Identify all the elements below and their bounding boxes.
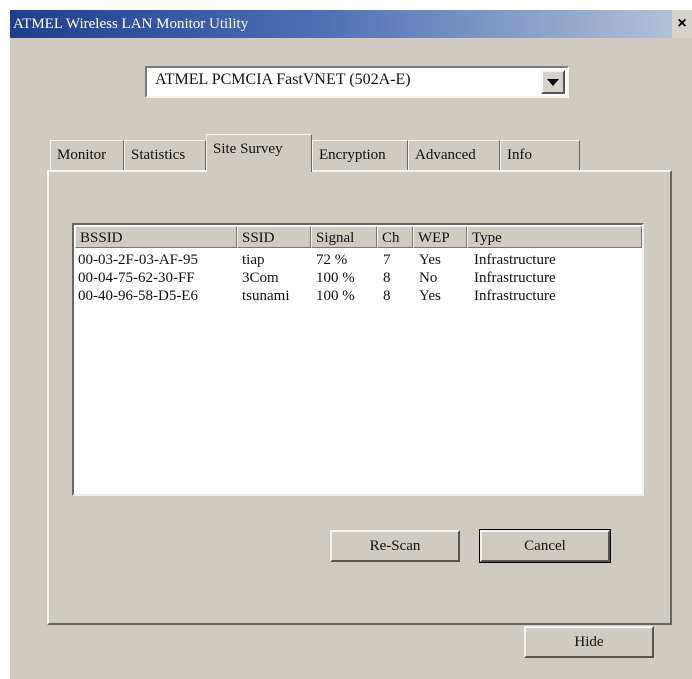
cell-channel: 8 [383, 270, 391, 286]
cell-type: Infrastructure [474, 270, 556, 286]
tab-encryption[interactable]: Encryption [312, 140, 408, 170]
title-bar[interactable]: ATMEL Wireless LAN Monitor Utility × [10, 10, 692, 38]
cell-channel: 8 [383, 288, 391, 304]
tab-site-survey[interactable]: Site Survey [206, 134, 312, 172]
window-title: ATMEL Wireless LAN Monitor Utility [13, 16, 249, 32]
tab-monitor[interactable]: Monitor [50, 140, 124, 170]
cell-signal: 72 % [316, 252, 348, 268]
column-header-channel[interactable]: Ch [377, 226, 413, 248]
rescan-button[interactable]: Re-Scan [330, 530, 460, 562]
close-icon[interactable]: × [672, 10, 692, 38]
adapter-select[interactable]: ATMEL PCMCIA FastVNET (502A-E) [145, 66, 569, 98]
hide-button[interactable]: Hide [524, 626, 654, 658]
cell-wep: Yes [419, 288, 441, 304]
adapter-select-value: ATMEL PCMCIA FastVNET (502A-E) [155, 71, 411, 88]
cell-channel: 7 [383, 252, 391, 268]
site-survey-list[interactable]: BSSID SSID Signal Ch WEP Type 00-03-2F-0… [72, 223, 644, 496]
cell-signal: 100 % [316, 270, 355, 286]
column-header-ssid[interactable]: SSID [237, 226, 311, 248]
column-header-type[interactable]: Type [467, 226, 642, 248]
cell-bssid: 00-04-75-62-30-FF [78, 270, 195, 286]
tab-advanced[interactable]: Advanced [408, 140, 500, 170]
tab-info[interactable]: Info [500, 140, 580, 170]
cancel-button[interactable]: Cancel [479, 529, 611, 563]
cell-ssid: tsunami [242, 288, 290, 304]
tab-statistics[interactable]: Statistics [124, 140, 206, 170]
column-header-bssid[interactable]: BSSID [75, 226, 237, 248]
cell-wep: No [419, 270, 438, 286]
main-window: ATMEL Wireless LAN Monitor Utility × ATM… [10, 10, 692, 679]
cell-type: Infrastructure [474, 252, 556, 268]
cell-signal: 100 % [316, 288, 355, 304]
chevron-down-icon [547, 78, 559, 86]
cell-wep: Yes [419, 252, 441, 268]
column-header-wep[interactable]: WEP [413, 226, 467, 248]
column-header-signal[interactable]: Signal [311, 226, 377, 248]
cell-bssid: 00-40-96-58-D5-E6 [78, 288, 198, 304]
cell-type: Infrastructure [474, 288, 556, 304]
dropdown-button[interactable] [541, 70, 565, 94]
cell-ssid: tiap [242, 252, 265, 268]
cell-bssid: 00-03-2F-03-AF-95 [78, 252, 198, 268]
cell-ssid: 3Com [242, 270, 279, 286]
